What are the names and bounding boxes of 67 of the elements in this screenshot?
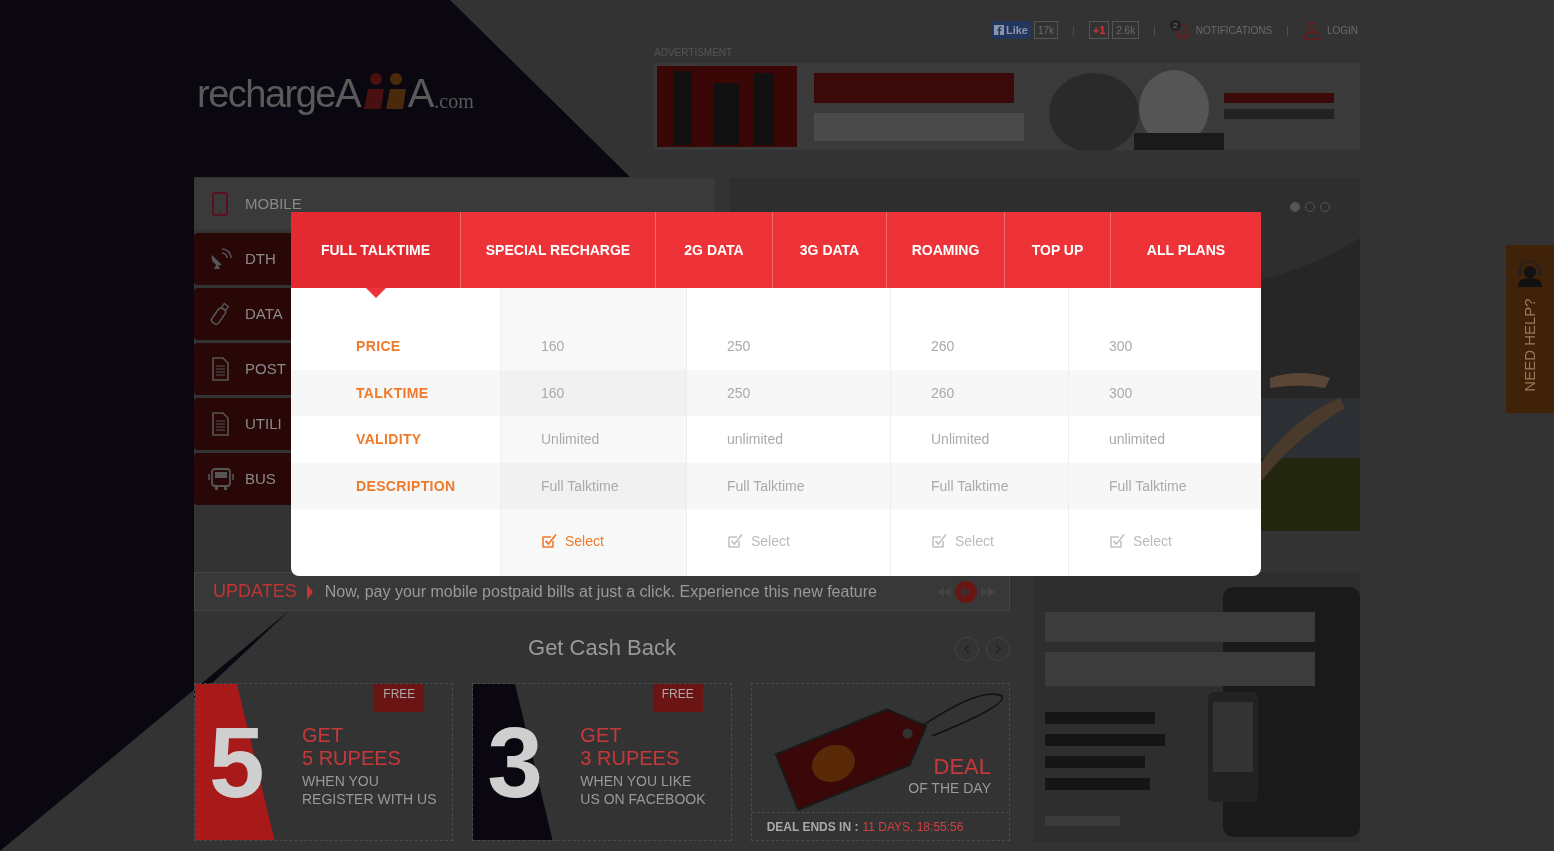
table-cell-text: Full Talktime bbox=[541, 476, 619, 496]
logo-text: recharge bbox=[197, 75, 335, 113]
updates-text: Now, pay your mobile postpaid bills at just a click. Experience this new feature bbox=[323, 581, 877, 602]
arrow-icon bbox=[306, 583, 313, 600]
table-cell-text: 160 bbox=[541, 383, 565, 403]
offer-amount: 5 RUPEES bbox=[302, 746, 402, 770]
section-title: Get Cash Back bbox=[528, 633, 676, 662]
countdown-value: 11 DAYS, 18:55:56 bbox=[862, 818, 964, 836]
deal-title: DEAL bbox=[933, 756, 991, 778]
table-cell-text: Unlimited bbox=[931, 430, 990, 449]
row-label: DESCRIPTION bbox=[356, 476, 456, 496]
deal-subtitle: OF THE DAY bbox=[908, 781, 991, 795]
table-cell-text: 250 bbox=[727, 383, 751, 403]
play-icon bbox=[962, 586, 970, 597]
table-cell-text: Full Talktime bbox=[931, 476, 1009, 496]
updates-label: UPDATES bbox=[212, 580, 298, 603]
people-logo-icon bbox=[361, 71, 408, 111]
logo-text: A bbox=[407, 73, 435, 113]
offer-number: 3 bbox=[487, 712, 543, 812]
user-icon bbox=[1302, 20, 1321, 40]
checkbox-icon bbox=[1109, 533, 1125, 549]
separator: | bbox=[1153, 23, 1156, 38]
plan-tab[interactable]: ALL PLANS bbox=[1110, 212, 1261, 288]
table-cell-text: 300 bbox=[1109, 383, 1133, 403]
countdown-label: DEAL ENDS IN : bbox=[766, 818, 859, 836]
need-help-tab[interactable]: NEED HELP? bbox=[1506, 245, 1554, 413]
row-label: VALIDITY bbox=[356, 430, 422, 449]
tab-pointer bbox=[365, 288, 386, 298]
facebook-icon bbox=[993, 25, 1004, 35]
table-cell-text: 300 bbox=[1109, 337, 1133, 356]
plus-one-button[interactable]: +1 bbox=[1088, 21, 1110, 39]
offer-amount: 3 RUPEES bbox=[580, 746, 681, 770]
checkbox-icon bbox=[541, 533, 557, 549]
bus-icon bbox=[208, 467, 234, 491]
logo-text: .com bbox=[434, 91, 474, 111]
separator: | bbox=[1286, 23, 1289, 38]
notification-badge: 2 bbox=[1169, 20, 1181, 31]
bell-icon bbox=[1173, 22, 1192, 40]
help-label: NEED HELP? bbox=[1520, 297, 1539, 393]
sidebar-item[interactable]: MOBILE bbox=[194, 178, 314, 230]
offer-number: 5 bbox=[209, 712, 265, 812]
offer-caption: WHEN YOU LIKE US ON FACEBOOK bbox=[580, 772, 706, 808]
row-label: TALKTIME bbox=[356, 383, 429, 403]
support-agent-icon bbox=[1516, 257, 1544, 287]
table-cell-text: Unlimited bbox=[541, 430, 600, 449]
table-cell-text: Full Talktime bbox=[1109, 476, 1187, 496]
table-cell-text: Full Talktime bbox=[727, 476, 805, 496]
offer-headline: GET bbox=[302, 724, 345, 746]
offer-caption: WHEN YOU REGISTER WITH US bbox=[302, 772, 437, 808]
table-cell-text: 250 bbox=[727, 337, 751, 356]
row-label: PRICE bbox=[356, 337, 401, 356]
free-ribbon: FREE bbox=[374, 684, 425, 712]
logo-text: A bbox=[335, 73, 362, 113]
like-button[interactable]: Like bbox=[990, 21, 1031, 39]
free-ribbon: FREE bbox=[652, 684, 703, 712]
play-button[interactable] bbox=[955, 580, 977, 603]
table-cell-text: 260 bbox=[931, 383, 955, 403]
like-label: Like bbox=[1005, 22, 1028, 38]
table-cell-text: unlimited bbox=[727, 430, 784, 449]
offer-headline: GET bbox=[580, 724, 623, 746]
select-button[interactable]: Select bbox=[541, 530, 604, 552]
table-cell-text: unlimited bbox=[1109, 430, 1166, 449]
separator: | bbox=[1072, 23, 1075, 38]
table-cell-text: 260 bbox=[931, 337, 955, 356]
checkbox-icon bbox=[931, 533, 947, 549]
checkbox-icon bbox=[727, 533, 743, 549]
table-cell-text: 160 bbox=[541, 337, 565, 356]
